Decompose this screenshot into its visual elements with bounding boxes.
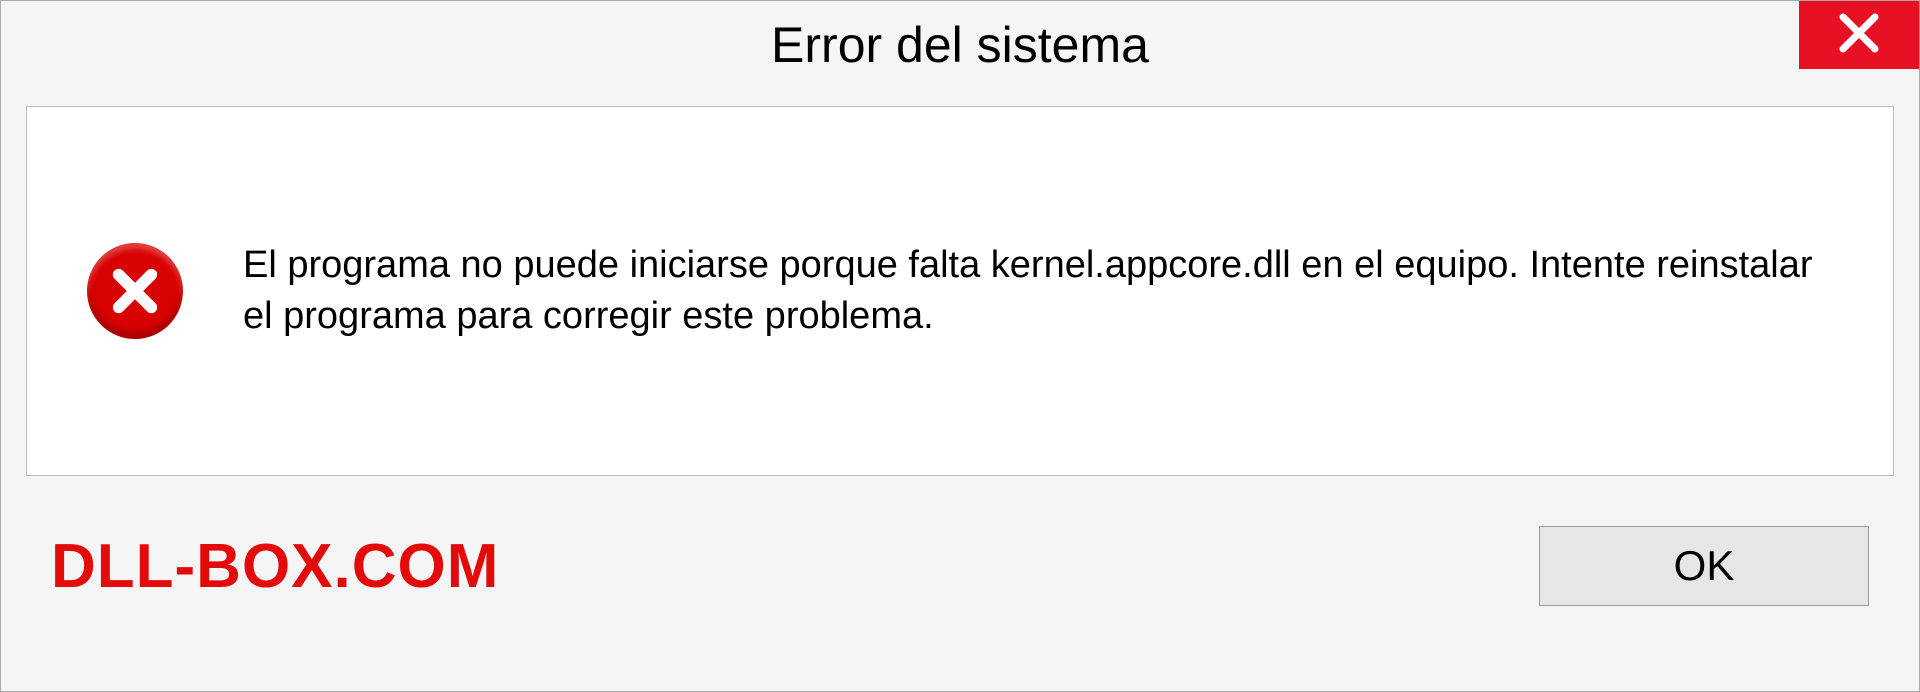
dialog-title: Error del sistema	[771, 16, 1149, 74]
content-panel: El programa no puede iniciarse porque fa…	[26, 106, 1894, 476]
titlebar: Error del sistema	[1, 1, 1919, 86]
watermark-text: DLL-BOX.COM	[51, 531, 499, 602]
close-button[interactable]	[1799, 1, 1919, 69]
ok-button[interactable]: OK	[1539, 526, 1869, 606]
error-dialog-window: Error del sistema El programa no puede i…	[0, 0, 1920, 692]
error-icon	[87, 243, 183, 339]
error-message: El programa no puede iniciarse porque fa…	[243, 240, 1833, 343]
close-icon	[1835, 9, 1883, 62]
dialog-footer: DLL-BOX.COM OK	[1, 486, 1919, 606]
